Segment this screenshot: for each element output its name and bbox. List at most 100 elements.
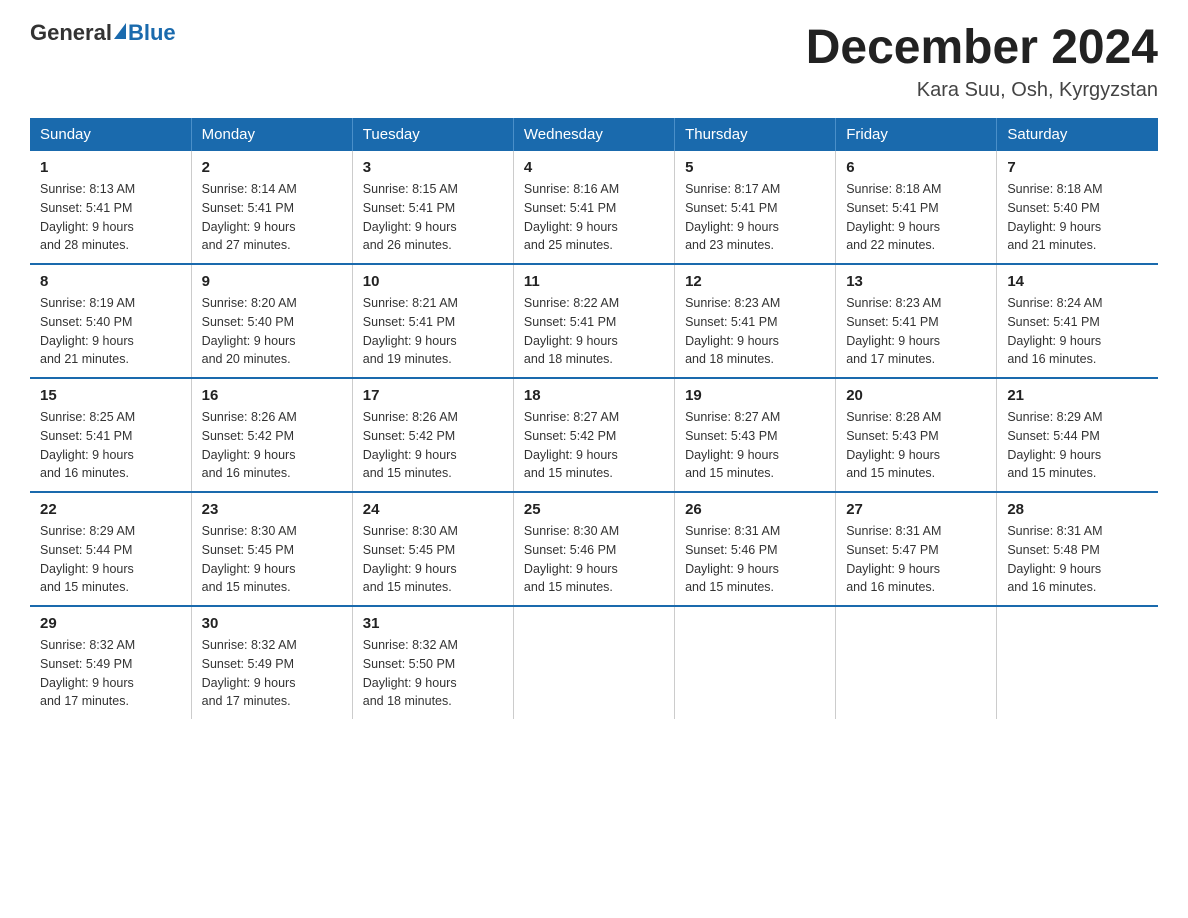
day-info: Sunrise: 8:15 AM Sunset: 5:41 PM Dayligh… [363,180,503,255]
day-number: 22 [40,501,181,518]
table-row: 4 Sunrise: 8:16 AM Sunset: 5:41 PM Dayli… [513,151,674,264]
table-row: 26 Sunrise: 8:31 AM Sunset: 5:46 PM Dayl… [675,492,836,606]
day-info: Sunrise: 8:28 AM Sunset: 5:43 PM Dayligh… [846,408,986,483]
table-row: 20 Sunrise: 8:28 AM Sunset: 5:43 PM Dayl… [836,378,997,492]
day-number: 8 [40,273,181,290]
calendar-week-row: 22 Sunrise: 8:29 AM Sunset: 5:44 PM Dayl… [30,492,1158,606]
day-number: 30 [202,615,342,632]
table-row: 30 Sunrise: 8:32 AM Sunset: 5:49 PM Dayl… [191,606,352,719]
table-row: 3 Sunrise: 8:15 AM Sunset: 5:41 PM Dayli… [352,151,513,264]
table-row: 29 Sunrise: 8:32 AM Sunset: 5:49 PM Dayl… [30,606,191,719]
day-info: Sunrise: 8:32 AM Sunset: 5:50 PM Dayligh… [363,636,503,711]
day-info: Sunrise: 8:31 AM Sunset: 5:46 PM Dayligh… [685,522,825,597]
logo: General Blue [30,20,176,46]
day-number: 5 [685,159,825,176]
day-info: Sunrise: 8:32 AM Sunset: 5:49 PM Dayligh… [40,636,181,711]
calendar-header-row: Sunday Monday Tuesday Wednesday Thursday… [30,118,1158,151]
col-thursday: Thursday [675,118,836,151]
calendar-week-row: 8 Sunrise: 8:19 AM Sunset: 5:40 PM Dayli… [30,264,1158,378]
day-number: 4 [524,159,664,176]
calendar-week-row: 29 Sunrise: 8:32 AM Sunset: 5:49 PM Dayl… [30,606,1158,719]
location-text: Kara Suu, Osh, Kyrgyzstan [806,79,1158,102]
day-number: 23 [202,501,342,518]
table-row: 7 Sunrise: 8:18 AM Sunset: 5:40 PM Dayli… [997,151,1158,264]
table-row: 5 Sunrise: 8:17 AM Sunset: 5:41 PM Dayli… [675,151,836,264]
day-info: Sunrise: 8:32 AM Sunset: 5:49 PM Dayligh… [202,636,342,711]
day-number: 29 [40,615,181,632]
day-info: Sunrise: 8:20 AM Sunset: 5:40 PM Dayligh… [202,294,342,369]
day-info: Sunrise: 8:26 AM Sunset: 5:42 PM Dayligh… [363,408,503,483]
logo-blue-text: Blue [128,20,176,46]
day-number: 21 [1007,387,1148,404]
day-number: 9 [202,273,342,290]
day-info: Sunrise: 8:30 AM Sunset: 5:45 PM Dayligh… [363,522,503,597]
day-number: 16 [202,387,342,404]
table-row [997,606,1158,719]
table-row: 22 Sunrise: 8:29 AM Sunset: 5:44 PM Dayl… [30,492,191,606]
day-number: 31 [363,615,503,632]
logo-triangle-icon [114,23,126,39]
day-info: Sunrise: 8:27 AM Sunset: 5:42 PM Dayligh… [524,408,664,483]
table-row: 21 Sunrise: 8:29 AM Sunset: 5:44 PM Dayl… [997,378,1158,492]
day-number: 7 [1007,159,1148,176]
day-info: Sunrise: 8:14 AM Sunset: 5:41 PM Dayligh… [202,180,342,255]
col-tuesday: Tuesday [352,118,513,151]
table-row: 6 Sunrise: 8:18 AM Sunset: 5:41 PM Dayli… [836,151,997,264]
header: General Blue December 2024 Kara Suu, Osh… [30,20,1158,102]
table-row: 31 Sunrise: 8:32 AM Sunset: 5:50 PM Dayl… [352,606,513,719]
day-info: Sunrise: 8:18 AM Sunset: 5:40 PM Dayligh… [1007,180,1148,255]
day-number: 15 [40,387,181,404]
day-number: 20 [846,387,986,404]
day-info: Sunrise: 8:23 AM Sunset: 5:41 PM Dayligh… [685,294,825,369]
day-info: Sunrise: 8:27 AM Sunset: 5:43 PM Dayligh… [685,408,825,483]
day-info: Sunrise: 8:18 AM Sunset: 5:41 PM Dayligh… [846,180,986,255]
table-row: 1 Sunrise: 8:13 AM Sunset: 5:41 PM Dayli… [30,151,191,264]
day-number: 26 [685,501,825,518]
calendar-week-row: 15 Sunrise: 8:25 AM Sunset: 5:41 PM Dayl… [30,378,1158,492]
day-info: Sunrise: 8:13 AM Sunset: 5:41 PM Dayligh… [40,180,181,255]
day-number: 28 [1007,501,1148,518]
day-info: Sunrise: 8:22 AM Sunset: 5:41 PM Dayligh… [524,294,664,369]
table-row: 23 Sunrise: 8:30 AM Sunset: 5:45 PM Dayl… [191,492,352,606]
table-row [513,606,674,719]
day-number: 18 [524,387,664,404]
day-number: 17 [363,387,503,404]
table-row: 10 Sunrise: 8:21 AM Sunset: 5:41 PM Dayl… [352,264,513,378]
day-info: Sunrise: 8:24 AM Sunset: 5:41 PM Dayligh… [1007,294,1148,369]
day-info: Sunrise: 8:31 AM Sunset: 5:48 PM Dayligh… [1007,522,1148,597]
day-number: 25 [524,501,664,518]
logo-general-text: General [30,20,112,46]
title-area: December 2024 Kara Suu, Osh, Kyrgyzstan [806,20,1158,102]
table-row: 9 Sunrise: 8:20 AM Sunset: 5:40 PM Dayli… [191,264,352,378]
table-row: 24 Sunrise: 8:30 AM Sunset: 5:45 PM Dayl… [352,492,513,606]
col-monday: Monday [191,118,352,151]
day-info: Sunrise: 8:29 AM Sunset: 5:44 PM Dayligh… [40,522,181,597]
day-info: Sunrise: 8:30 AM Sunset: 5:46 PM Dayligh… [524,522,664,597]
day-info: Sunrise: 8:17 AM Sunset: 5:41 PM Dayligh… [685,180,825,255]
day-number: 13 [846,273,986,290]
table-row: 25 Sunrise: 8:30 AM Sunset: 5:46 PM Dayl… [513,492,674,606]
col-sunday: Sunday [30,118,191,151]
day-info: Sunrise: 8:30 AM Sunset: 5:45 PM Dayligh… [202,522,342,597]
day-info: Sunrise: 8:19 AM Sunset: 5:40 PM Dayligh… [40,294,181,369]
month-title: December 2024 [806,20,1158,75]
table-row: 8 Sunrise: 8:19 AM Sunset: 5:40 PM Dayli… [30,264,191,378]
day-number: 24 [363,501,503,518]
day-info: Sunrise: 8:29 AM Sunset: 5:44 PM Dayligh… [1007,408,1148,483]
day-number: 11 [524,273,664,290]
col-friday: Friday [836,118,997,151]
table-row: 28 Sunrise: 8:31 AM Sunset: 5:48 PM Dayl… [997,492,1158,606]
table-row: 19 Sunrise: 8:27 AM Sunset: 5:43 PM Dayl… [675,378,836,492]
table-row: 12 Sunrise: 8:23 AM Sunset: 5:41 PM Dayl… [675,264,836,378]
day-number: 2 [202,159,342,176]
table-row: 16 Sunrise: 8:26 AM Sunset: 5:42 PM Dayl… [191,378,352,492]
table-row: 15 Sunrise: 8:25 AM Sunset: 5:41 PM Dayl… [30,378,191,492]
day-info: Sunrise: 8:26 AM Sunset: 5:42 PM Dayligh… [202,408,342,483]
col-saturday: Saturday [997,118,1158,151]
table-row: 17 Sunrise: 8:26 AM Sunset: 5:42 PM Dayl… [352,378,513,492]
day-number: 12 [685,273,825,290]
calendar-table: Sunday Monday Tuesday Wednesday Thursday… [30,118,1158,719]
day-number: 10 [363,273,503,290]
day-info: Sunrise: 8:31 AM Sunset: 5:47 PM Dayligh… [846,522,986,597]
col-wednesday: Wednesday [513,118,674,151]
